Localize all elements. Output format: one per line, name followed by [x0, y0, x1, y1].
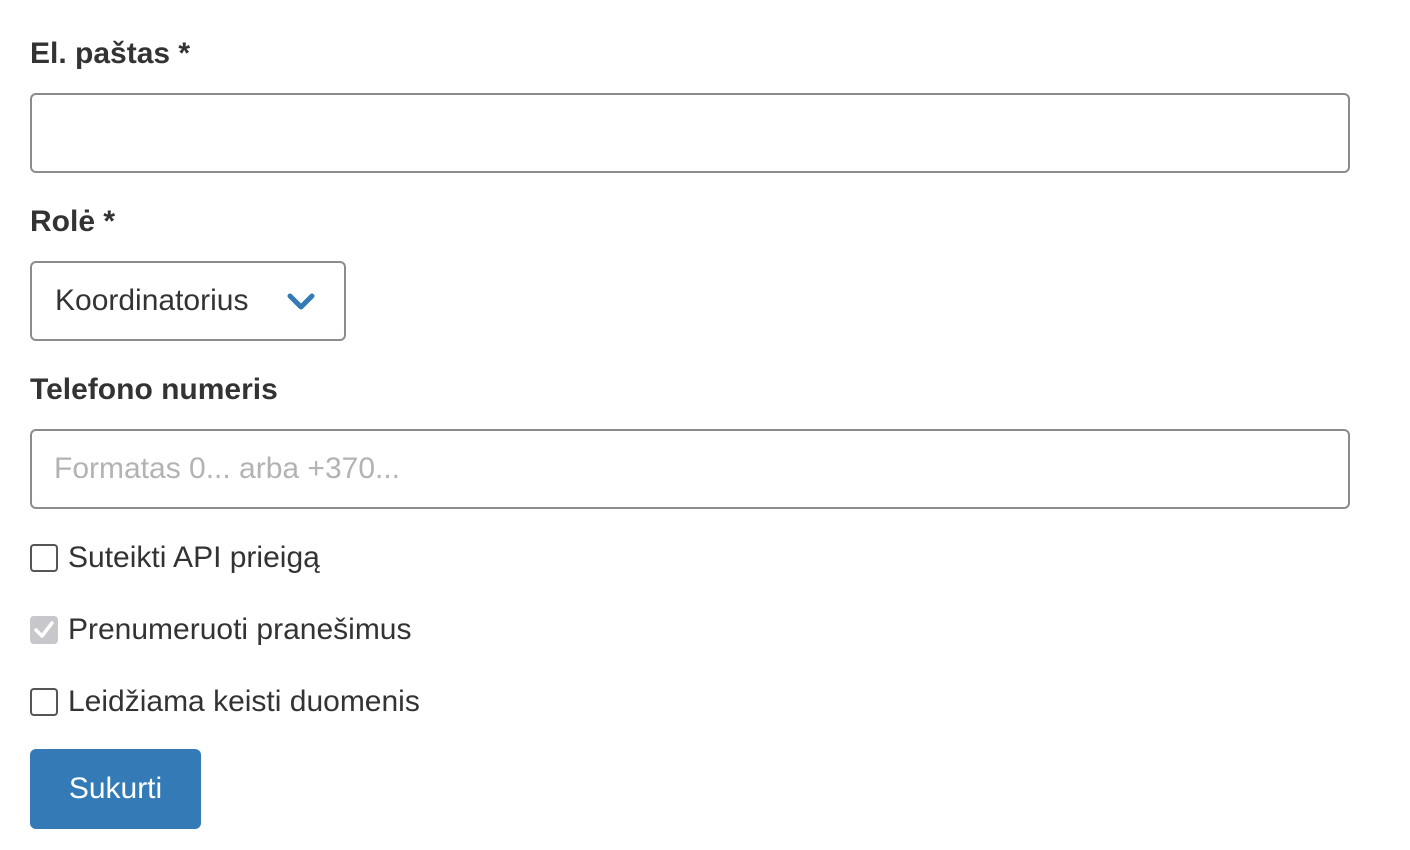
edit-data-label: Leidžiama keisti duomenis [68, 685, 420, 718]
create-button[interactable]: Sukurti [30, 749, 201, 829]
role-select[interactable]: Koordinatorius [30, 261, 346, 341]
role-label: Rolė * [30, 205, 116, 238]
email-field[interactable] [30, 93, 1350, 173]
subscribe-notifications-label: Prenumeruoti pranešimus [68, 613, 412, 646]
phone-label: Telefono numeris [30, 373, 278, 406]
checkmark-icon [34, 621, 54, 638]
api-access-label: Suteikti API prieigą [68, 541, 320, 574]
chevron-down-icon [286, 291, 316, 313]
subscribe-notifications-option: Prenumeruoti pranešimus [30, 610, 412, 650]
api-access-checkbox[interactable] [30, 544, 58, 572]
email-label: El. paštas * [30, 37, 191, 70]
api-access-option[interactable]: Suteikti API prieigą [30, 538, 320, 578]
phone-field[interactable] [30, 429, 1350, 509]
subscribe-notifications-checkbox [30, 616, 58, 644]
edit-data-option[interactable]: Leidžiama keisti duomenis [30, 682, 420, 722]
edit-data-checkbox[interactable] [30, 688, 58, 716]
role-selected-value: Koordinatorius [55, 284, 249, 317]
